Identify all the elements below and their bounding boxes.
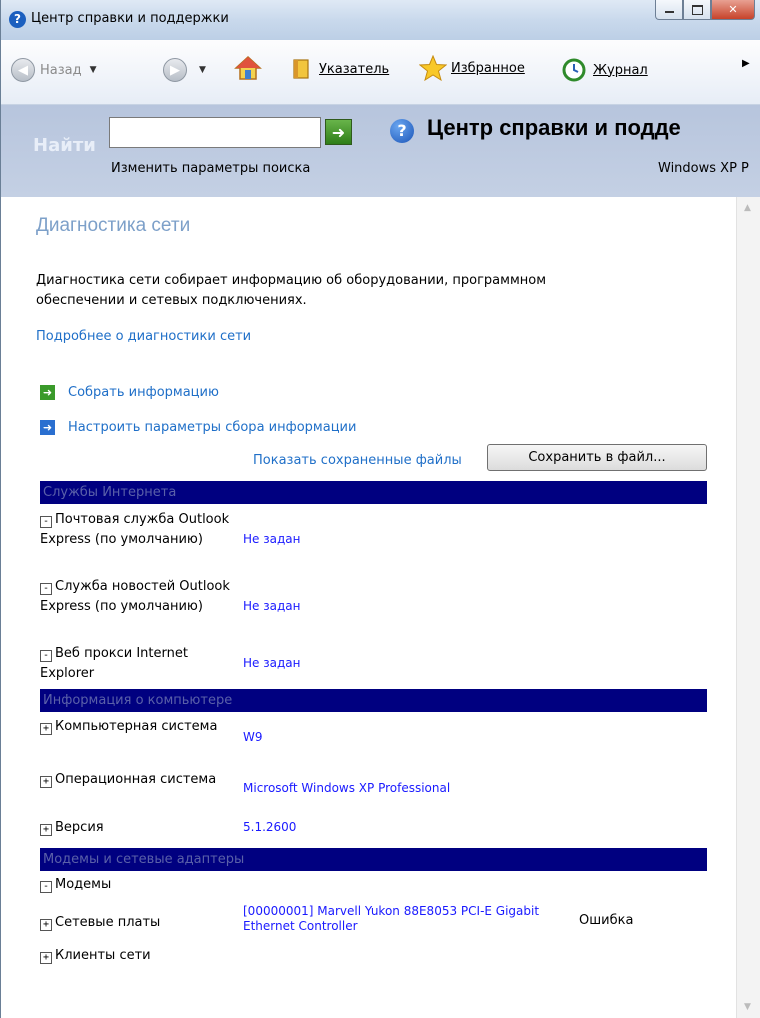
row-label: - Почтовая служба Outlook Express (по умо… [40, 512, 230, 547]
collect-info-label: Собрать информацию [68, 385, 219, 400]
row-label: + Компьютерная система [40, 717, 230, 737]
home-button[interactable] [234, 54, 262, 82]
expand-icon[interactable]: + [40, 952, 52, 964]
collect-info-link[interactable]: ➜ Собрать информацию [40, 385, 219, 400]
table-row: + Операционная система Microsoft Windows … [40, 770, 707, 810]
arrow-right-icon: ➜ [331, 122, 346, 142]
table-row: - Веб прокси Internet Explorer Не задан [40, 644, 707, 684]
forward-dropdown-icon[interactable]: ▼ [199, 65, 206, 75]
row-label: - Модемы [40, 875, 230, 895]
section-header-network: Модемы и сетевые адаптеры [40, 848, 707, 871]
blue-arrow-icon: ➜ [40, 420, 55, 435]
row-value: [00000001] Marvell Yukon 88E8053 PCI-E G… [243, 904, 540, 933]
table-row: + Клиенты сети [40, 946, 707, 966]
search-input[interactable] [109, 117, 321, 148]
title-bar: ? Центр справки и поддержки ✕ [1, 0, 760, 40]
row-value: 5.1.2600 [243, 820, 297, 834]
row-label: + Операционная система [40, 770, 230, 790]
window-title: Центр справки и поддержки [31, 11, 229, 26]
row-label: + Сетевые платы [40, 913, 230, 933]
table-row: - Почтовая служба Outlook Express (по умо… [40, 510, 707, 570]
change-search-options-link[interactable]: Изменить параметры поиска [111, 161, 310, 176]
help-center-window: ? Центр справки и поддержки ✕ ◀ Назад ▼ … [0, 0, 760, 1018]
history-icon [562, 58, 586, 82]
page-title: Диагностика сети [36, 215, 191, 236]
section-header-computer: Информация о компьютере [40, 689, 707, 712]
maximize-icon [691, 4, 703, 15]
table-row: + Сетевые платы [00000001] Marvell Yukon … [40, 904, 707, 940]
back-arrow-icon: ◀ [11, 58, 35, 82]
expand-icon[interactable]: + [40, 824, 52, 836]
history-label: Журнал [593, 62, 648, 78]
show-saved-files-link[interactable]: Показать сохраненные файлы [253, 453, 462, 468]
back-label: Назад [40, 62, 82, 78]
expand-icon[interactable]: + [40, 919, 52, 931]
header-title: Центр справки и подде [427, 115, 681, 140]
favorites-label: Избранное [451, 60, 525, 76]
table-row: + Версия 5.1.2600 [40, 818, 707, 838]
collapse-icon[interactable]: - [40, 650, 52, 662]
index-label: Указатель [319, 61, 390, 77]
row-label: + Клиенты сети [40, 946, 230, 966]
collapse-icon[interactable]: - [40, 583, 52, 595]
row-value: Не задан [243, 532, 301, 546]
back-dropdown-icon[interactable]: ▼ [90, 65, 97, 75]
row-value: Не задан [243, 599, 301, 613]
row-label: + Версия [40, 818, 230, 838]
configure-collection-label: Настроить параметры сбора информации [68, 420, 357, 435]
forward-button[interactable]: ▶ ▼ [163, 58, 206, 82]
maximize-button[interactable] [683, 0, 711, 20]
save-to-file-button[interactable]: Сохранить в файл... [487, 444, 707, 471]
table-row: - Служба новостей Outlook Express (по умо… [40, 577, 707, 637]
collapse-icon[interactable]: - [40, 881, 52, 893]
close-button[interactable]: ✕ [711, 0, 755, 20]
content-pane: Диагностика сети Диагностика сети собира… [2, 197, 736, 1018]
configure-collection-link[interactable]: ➜ Настроить параметры сбора информации [40, 420, 356, 435]
window-controls: ✕ [655, 0, 755, 22]
favorites-button[interactable]: Избранное [419, 55, 525, 81]
index-button[interactable]: Указатель [291, 58, 389, 80]
row-label: - Веб прокси Internet Explorer [40, 646, 188, 681]
vertical-scrollbar[interactable]: ▲ ▼ [736, 197, 760, 1018]
star-icon [419, 55, 447, 81]
row-label: - Служба новостей Outlook Express (по умо… [40, 579, 230, 614]
expand-icon[interactable]: + [40, 776, 52, 788]
row-status: Ошибка [579, 913, 634, 928]
page-description: Диагностика сети собирает информацию об … [36, 273, 547, 308]
minimize-icon [664, 11, 674, 13]
minimize-button[interactable] [655, 0, 683, 20]
product-name: Windows XP P [658, 161, 749, 176]
scroll-up-icon[interactable]: ▲ [744, 203, 751, 213]
search-go-button[interactable]: ➜ [325, 119, 352, 145]
toolbar-overflow-chevron-icon[interactable]: ▶ [742, 58, 750, 69]
collapse-icon[interactable]: - [40, 516, 52, 528]
row-value: W9 [243, 730, 263, 744]
table-row: - Модемы [40, 875, 707, 895]
row-value: Microsoft Windows XP Professional [243, 781, 451, 795]
close-icon: ✕ [728, 3, 738, 16]
search-header: Найти ➜ ? Центр справки и подде Изменить… [1, 105, 760, 197]
help-center-icon: ? [9, 11, 26, 28]
history-button[interactable]: Журнал [561, 58, 648, 82]
toolbar: ◀ Назад ▼ ▶ ▼ Указатель Избранное Журнал… [1, 40, 760, 105]
help-icon: ? [390, 119, 414, 143]
forward-arrow-icon: ▶ [163, 58, 187, 82]
row-value: Не задан [243, 656, 301, 670]
home-icon [234, 55, 262, 80]
more-info-link[interactable]: Подробнее о диагностики сети [36, 329, 251, 344]
book-icon [293, 59, 309, 79]
table-row: + Компьютерная система W9 [40, 717, 707, 757]
scroll-down-icon[interactable]: ▼ [744, 1002, 751, 1012]
green-arrow-icon: ➜ [40, 385, 55, 400]
find-label: Найти [33, 135, 96, 156]
back-button[interactable]: ◀ Назад ▼ [11, 58, 97, 82]
expand-icon[interactable]: + [40, 723, 52, 735]
section-header-internet: Службы Интернета [40, 481, 707, 504]
